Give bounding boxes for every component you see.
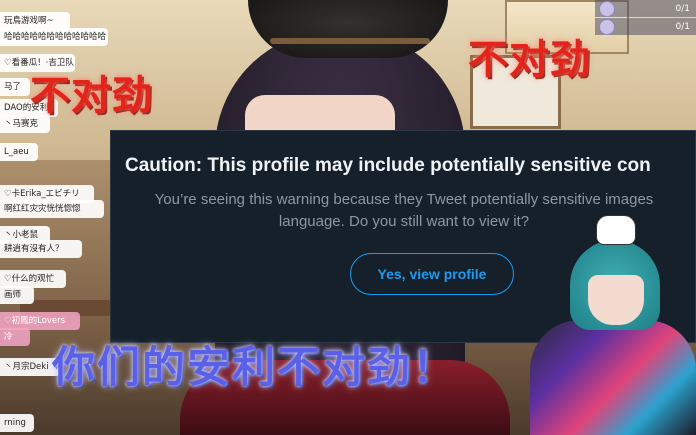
chat-message: 耕逍有沒有人？ [0, 240, 82, 258]
status-panel: 0/1 0/1 [595, 0, 696, 36]
chat-message: 哈哈哈哈哈哈哈哈哈哈哈哈 [0, 28, 108, 46]
chat-message: rning [0, 414, 34, 432]
chat-message: 画师 [0, 286, 34, 304]
status-row: 0/1 [595, 0, 696, 17]
status-row: 0/1 [595, 18, 696, 35]
cat-mascot-icon [596, 215, 636, 245]
chat-message: 冷 [0, 328, 30, 346]
caption-left: 不对劲 [30, 73, 153, 119]
avatar-hat-band [270, 38, 430, 44]
chat-message: 马了 [0, 78, 30, 96]
caption-right: 不对劲 [468, 37, 591, 83]
avatar-hat [248, 0, 448, 58]
badge-icon [599, 0, 615, 17]
chat-message: 啊红红灾灾恍恍惚惚 [0, 200, 104, 218]
chat-message: L_aeu [0, 143, 38, 161]
view-profile-button[interactable]: Yes, view profile [350, 253, 514, 295]
avatar-face [588, 275, 644, 325]
chat-message: 丶月宗Deki [0, 358, 60, 376]
badge-icon [599, 18, 615, 35]
caption-bottom: 你们的安利不对劲！ [52, 343, 457, 393]
status-count: 0/1 [675, 3, 690, 14]
avatar-face [245, 95, 395, 135]
status-count: 0/1 [675, 21, 690, 32]
warning-line: You’re seeing this warning because they … [154, 191, 654, 208]
avatar-coat [530, 320, 696, 435]
vtuber-avatar [530, 210, 696, 435]
warning-title: Caution: This profile may include potent… [125, 155, 651, 176]
